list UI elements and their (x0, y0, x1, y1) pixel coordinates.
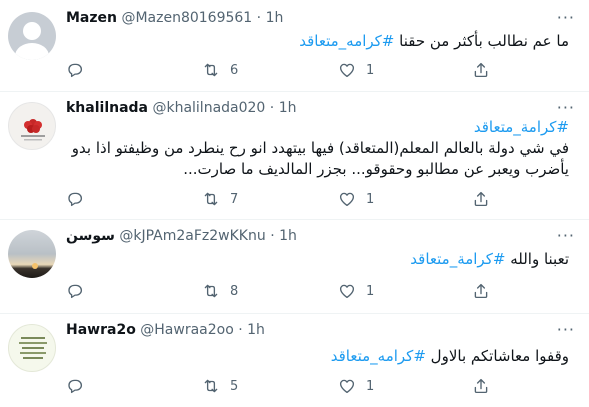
tweet-header: Hawra2o @Hawraa2oo · 1h (66, 322, 265, 338)
retweet-count: 8 (230, 283, 239, 299)
tweet-header: khalilnada @khalilnada020 · 1h (66, 100, 296, 116)
reply-icon (68, 192, 83, 207)
like-count: 1 (366, 191, 375, 207)
heart-icon (339, 192, 355, 207)
retweet-icon (204, 379, 218, 393)
default-profile-icon (15, 22, 49, 60)
share-button[interactable] (472, 190, 500, 208)
display-name[interactable]: khalilnada (66, 100, 148, 116)
tweet-line: #كرامة_متعاقد (40, 117, 569, 138)
text-logo-icon (19, 337, 47, 359)
reply-icon (68, 284, 83, 299)
tweet-line-text: يأضرب ويعبر عن مطالبو وحقوقو... بجزر الم… (183, 160, 569, 178)
like-count: 1 (366, 378, 375, 394)
timestamp[interactable]: 1h (247, 322, 265, 338)
separator-dot: · (270, 228, 275, 244)
retweet-icon (204, 192, 218, 206)
retweet-count: 7 (230, 191, 239, 207)
share-icon (474, 62, 488, 78)
tweet-actions: 6 1 (66, 61, 496, 81)
like-button[interactable]: 1 (338, 282, 374, 300)
tweet-text: تعبنا والله #كرامة_متعاقد (66, 249, 569, 270)
user-handle[interactable]: @khalilnada020 (152, 100, 265, 116)
more-options-icon[interactable]: ··· (557, 98, 575, 117)
more-options-icon[interactable]: ··· (557, 320, 575, 339)
retweet-icon (204, 63, 218, 77)
display-name[interactable]: Mazen (66, 10, 117, 26)
tweet[interactable]: Hawra2o @Hawraa2oo · 1h ··· وقفوا معاشات… (0, 314, 589, 407)
more-options-icon[interactable]: ··· (557, 8, 575, 27)
display-name[interactable]: Hawra2o (66, 322, 136, 338)
tweet-actions: 5 1 (66, 377, 496, 397)
separator-dot: · (256, 10, 262, 26)
like-button[interactable]: 1 (338, 190, 374, 208)
hashtag-link[interactable]: #كرامه_متعاقد (331, 347, 426, 365)
retweet-button[interactable]: 8 (202, 282, 238, 300)
share-button[interactable] (472, 61, 500, 79)
retweet-count: 5 (230, 378, 239, 394)
reply-icon (68, 63, 83, 78)
avatar[interactable] (8, 12, 56, 60)
tweet-text: ما عم نطالب بأكثر من حقنا #كرامه_متعاقد (66, 31, 569, 52)
timestamp[interactable]: 1h (266, 10, 284, 26)
like-button[interactable]: 1 (338, 377, 374, 395)
tweet[interactable]: khalilnada @khalilnada020 · 1h ··· #كرام… (0, 92, 589, 220)
heart-icon (339, 284, 355, 299)
share-icon (474, 378, 488, 394)
tweet-text: #كرامة_متعاقد في شي دولة بالعالم المعلم(… (40, 117, 569, 180)
share-button[interactable] (472, 377, 500, 395)
tweet[interactable]: Mazen @Mazen80169561 · 1h ··· ما عم نطال… (0, 0, 589, 92)
like-count: 1 (366, 62, 375, 78)
tweet-line: تعبنا والله #كرامة_متعاقد (66, 249, 569, 270)
tweet-line-text: في شي دولة بالعالم المعلم(المتعاقد) فيها… (71, 139, 569, 157)
sunset-photo-icon (32, 263, 38, 269)
tweet-line: وقفوا معاشاتكم بالاول #كرامه_متعاقد (66, 346, 569, 367)
retweet-button[interactable]: 6 (202, 61, 238, 79)
avatar[interactable] (8, 230, 56, 278)
hashtag-link[interactable]: #كرامة_متعاقد (474, 118, 569, 136)
tweet-header: سوسن @kJPAm2aFz2wKKnu · 1h (66, 228, 297, 244)
hashtag-link[interactable]: #كرامة_متعاقد (410, 250, 505, 268)
user-handle[interactable]: @Mazen80169561 (121, 10, 252, 26)
retweet-button[interactable]: 7 (202, 190, 238, 208)
like-button[interactable]: 1 (338, 61, 374, 79)
hashtag-link[interactable]: #كرامه_متعاقد (299, 32, 394, 50)
timestamp[interactable]: 1h (279, 228, 297, 244)
reply-button[interactable] (66, 282, 94, 300)
display-name[interactable]: سوسن (66, 228, 115, 244)
tweet-line-text: تعبنا والله (505, 250, 569, 268)
separator-dot: · (238, 322, 243, 338)
avatar[interactable] (8, 324, 56, 372)
reply-button[interactable] (66, 61, 94, 79)
user-handle[interactable]: @Hawraa2oo (140, 322, 234, 338)
heart-icon (339, 63, 355, 78)
separator-dot: · (269, 100, 275, 116)
heart-icon (339, 379, 355, 394)
reply-button[interactable] (66, 190, 94, 208)
tweet-line-text: وقفوا معاشاتكم بالاول (425, 347, 569, 365)
tweet[interactable]: سوسن @kJPAm2aFz2wKKnu · 1h ··· تعبنا وال… (0, 220, 589, 314)
tweet-line: ما عم نطالب بأكثر من حقنا #كرامه_متعاقد (66, 31, 569, 52)
retweet-button[interactable]: 5 (202, 377, 238, 395)
share-button[interactable] (472, 282, 500, 300)
share-icon (474, 191, 488, 207)
tweet-line: يأضرب ويعبر عن مطالبو وحقوقو... بجزر الم… (40, 159, 569, 180)
like-count: 1 (366, 283, 375, 299)
user-handle[interactable]: @kJPAm2aFz2wKKnu (119, 228, 265, 244)
tweet-feed: Mazen @Mazen80169561 · 1h ··· ما عم نطال… (0, 0, 589, 407)
retweet-count: 6 (230, 62, 239, 78)
tweet-text: وقفوا معاشاتكم بالاول #كرامه_متعاقد (66, 346, 569, 367)
retweet-icon (204, 284, 218, 298)
tweet-line: في شي دولة بالعالم المعلم(المتعاقد) فيها… (40, 138, 569, 159)
tweet-line-text: ما عم نطالب بأكثر من حقنا (394, 32, 569, 50)
timestamp[interactable]: 1h (279, 100, 297, 116)
tweet-header: Mazen @Mazen80169561 · 1h (66, 10, 283, 26)
tweet-actions: 8 1 (66, 282, 496, 302)
reply-icon (68, 379, 83, 394)
more-options-icon[interactable]: ··· (557, 226, 575, 245)
reply-button[interactable] (66, 377, 94, 395)
share-icon (474, 283, 488, 299)
tweet-actions: 7 1 (66, 190, 496, 210)
